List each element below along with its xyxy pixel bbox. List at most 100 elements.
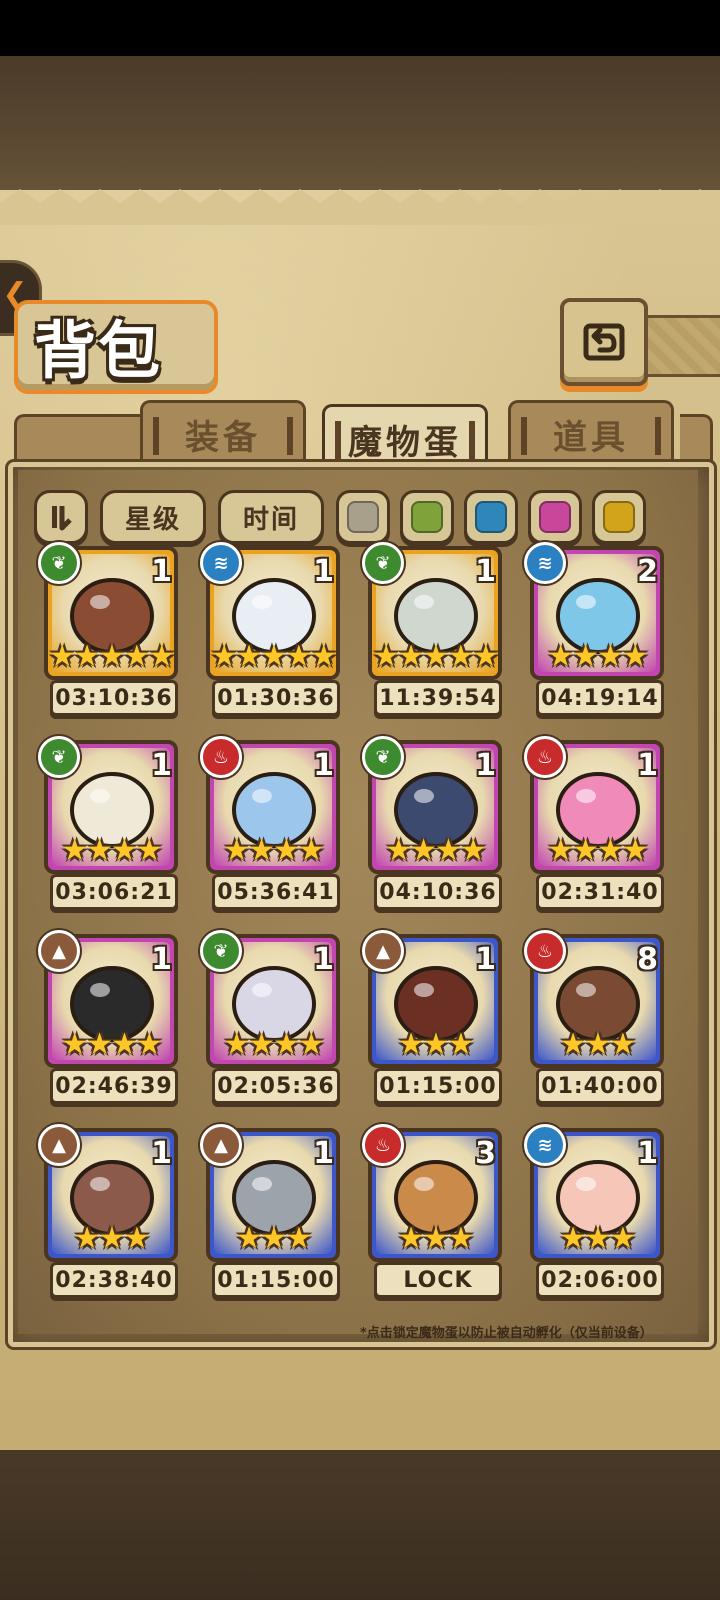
status-bar (0, 0, 720, 56)
tab-label: 装备 (185, 417, 261, 458)
map-background-top (0, 56, 720, 206)
tab-label: 魔物蛋 (348, 422, 462, 463)
egg-count: 1 (151, 942, 172, 977)
egg-count: 1 (313, 748, 334, 783)
egg-count: 1 (313, 942, 334, 977)
sort-toggle-icon (52, 506, 72, 531)
filter-color-pink[interactable] (528, 490, 582, 544)
filter-color-blue[interactable] (464, 490, 518, 544)
egg-card[interactable]: ▲ 1 ★★★ 02:38:40 (38, 1124, 184, 1298)
hatch-timer: 02:46:39 (50, 1068, 178, 1104)
star-rating: ★★★★★ (372, 639, 499, 674)
tab-label: 道具 (553, 417, 629, 458)
egg-card[interactable]: ♨ 1 ★★★★ 05:36:41 (200, 736, 346, 910)
map-background-bottom (0, 1440, 720, 1600)
egg-card[interactable]: ❦ 1 ★★★★ 03:06:21 (38, 736, 184, 910)
star-rating: ★★★★ (223, 1027, 325, 1062)
egg-count: 1 (475, 748, 496, 783)
egg-count: 1 (475, 554, 496, 589)
tab-equipment[interactable]: 装备 (140, 400, 306, 465)
back-button-rail (640, 315, 720, 377)
water-element-icon: ≋ (524, 1124, 566, 1166)
hatch-timer: 02:06:00 (536, 1262, 664, 1298)
color-swatch (603, 501, 635, 533)
egg-count: 1 (637, 748, 658, 783)
egg-card[interactable]: ▲ 1 ★★★ 01:15:00 (362, 930, 508, 1104)
egg-card[interactable]: ▲ 1 ★★★★ 02:46:39 (38, 930, 184, 1104)
lock-label: LOCK (374, 1262, 502, 1298)
egg-card[interactable]: ❦ 1 ★★★★★ 03:10:36 (38, 542, 184, 716)
star-rating: ★★★★★ (48, 639, 175, 674)
back-button[interactable] (560, 298, 648, 386)
egg-card[interactable]: ❦ 1 ★★★★ 04:10:36 (362, 736, 508, 910)
hatch-timer: 02:31:40 (536, 874, 664, 910)
egg-card[interactable]: ≋ 2 ★★★★ 04:19:14 (524, 542, 670, 716)
sort-order-button[interactable] (34, 490, 88, 544)
egg-card[interactable]: ❦ 1 ★★★★ 02:05:36 (200, 930, 346, 1104)
egg-count: 1 (313, 1136, 334, 1171)
return-arrow-icon (583, 323, 625, 361)
hatch-timer: 03:06:21 (50, 874, 178, 910)
grass-element-icon: ❦ (362, 736, 404, 778)
torn-edge-bottom (0, 1405, 720, 1441)
color-swatch (475, 501, 507, 533)
star-rating: ★★★★★ (210, 639, 337, 674)
water-element-icon: ≋ (200, 542, 242, 584)
color-swatch (539, 501, 571, 533)
torn-edge-top (0, 189, 720, 225)
earth-element-icon: ▲ (200, 1124, 242, 1166)
earth-element-icon: ▲ (362, 930, 404, 972)
color-swatch (347, 501, 379, 533)
star-rating: ★★★ (559, 1221, 637, 1256)
water-element-icon: ≋ (524, 542, 566, 584)
hatch-timer: 01:30:36 (212, 680, 340, 716)
star-rating: ★★★★ (61, 1027, 163, 1062)
tab-monster-eggs[interactable]: 魔物蛋 (322, 404, 488, 471)
hatch-timer: 01:15:00 (374, 1068, 502, 1104)
tab-bar-left-cap (14, 414, 150, 467)
tab-items[interactable]: 道具 (508, 400, 674, 465)
star-rating: ★★★ (235, 1221, 313, 1256)
page-title: 背包 (34, 314, 163, 387)
hatch-timer: 11:39:54 (374, 680, 502, 716)
hatch-timer: 04:19:14 (536, 680, 664, 716)
star-rating: ★★★★ (547, 639, 649, 674)
egg-count: 8 (637, 942, 658, 977)
egg-card[interactable]: ≋ 1 ★★★★★ 01:30:36 (200, 542, 346, 716)
star-rating: ★★★★ (61, 833, 163, 868)
egg-count: 1 (637, 1136, 658, 1171)
filter-color-grey[interactable] (336, 490, 390, 544)
egg-count: 1 (151, 554, 172, 589)
tab-bar-right-cap (680, 414, 713, 467)
hatch-timer: 02:38:40 (50, 1262, 178, 1298)
color-swatch (411, 501, 443, 533)
egg-card[interactable]: ▲ 1 ★★★ 01:15:00 (200, 1124, 346, 1298)
star-rating: ★★★★ (385, 833, 487, 868)
star-rating: ★★★ (397, 1027, 475, 1062)
filter-color-yellow[interactable] (592, 490, 646, 544)
hatch-timer: 04:10:36 (374, 874, 502, 910)
star-rating: ★★★ (559, 1027, 637, 1062)
egg-count: 2 (637, 554, 658, 589)
filter-color-green[interactable] (400, 490, 454, 544)
fire-element-icon: ♨ (524, 930, 566, 972)
earth-element-icon: ▲ (38, 1124, 80, 1166)
egg-count: 3 (475, 1136, 496, 1171)
hatch-timer: 03:10:36 (50, 680, 178, 716)
star-rating: ★★★ (397, 1221, 475, 1256)
egg-count: 1 (313, 554, 334, 589)
egg-card[interactable]: ♨ 1 ★★★★ 02:31:40 (524, 736, 670, 910)
star-rating: ★★★ (73, 1221, 151, 1256)
egg-count: 1 (151, 748, 172, 783)
sort-by-star-button[interactable]: 星级 (100, 490, 206, 544)
grass-element-icon: ❦ (362, 542, 404, 584)
egg-card[interactable]: ♨ 3 ★★★ LOCK (362, 1124, 508, 1298)
sort-by-time-button[interactable]: 时间 (218, 490, 324, 544)
fire-element-icon: ♨ (200, 736, 242, 778)
egg-card[interactable]: ≋ 1 ★★★ 02:06:00 (524, 1124, 670, 1298)
grass-element-icon: ❦ (38, 736, 80, 778)
fire-element-icon: ♨ (524, 736, 566, 778)
egg-card[interactable]: ♨ 8 ★★★ 01:40:00 (524, 930, 670, 1104)
egg-card[interactable]: ❦ 1 ★★★★★ 11:39:54 (362, 542, 508, 716)
grass-element-icon: ❦ (38, 542, 80, 584)
